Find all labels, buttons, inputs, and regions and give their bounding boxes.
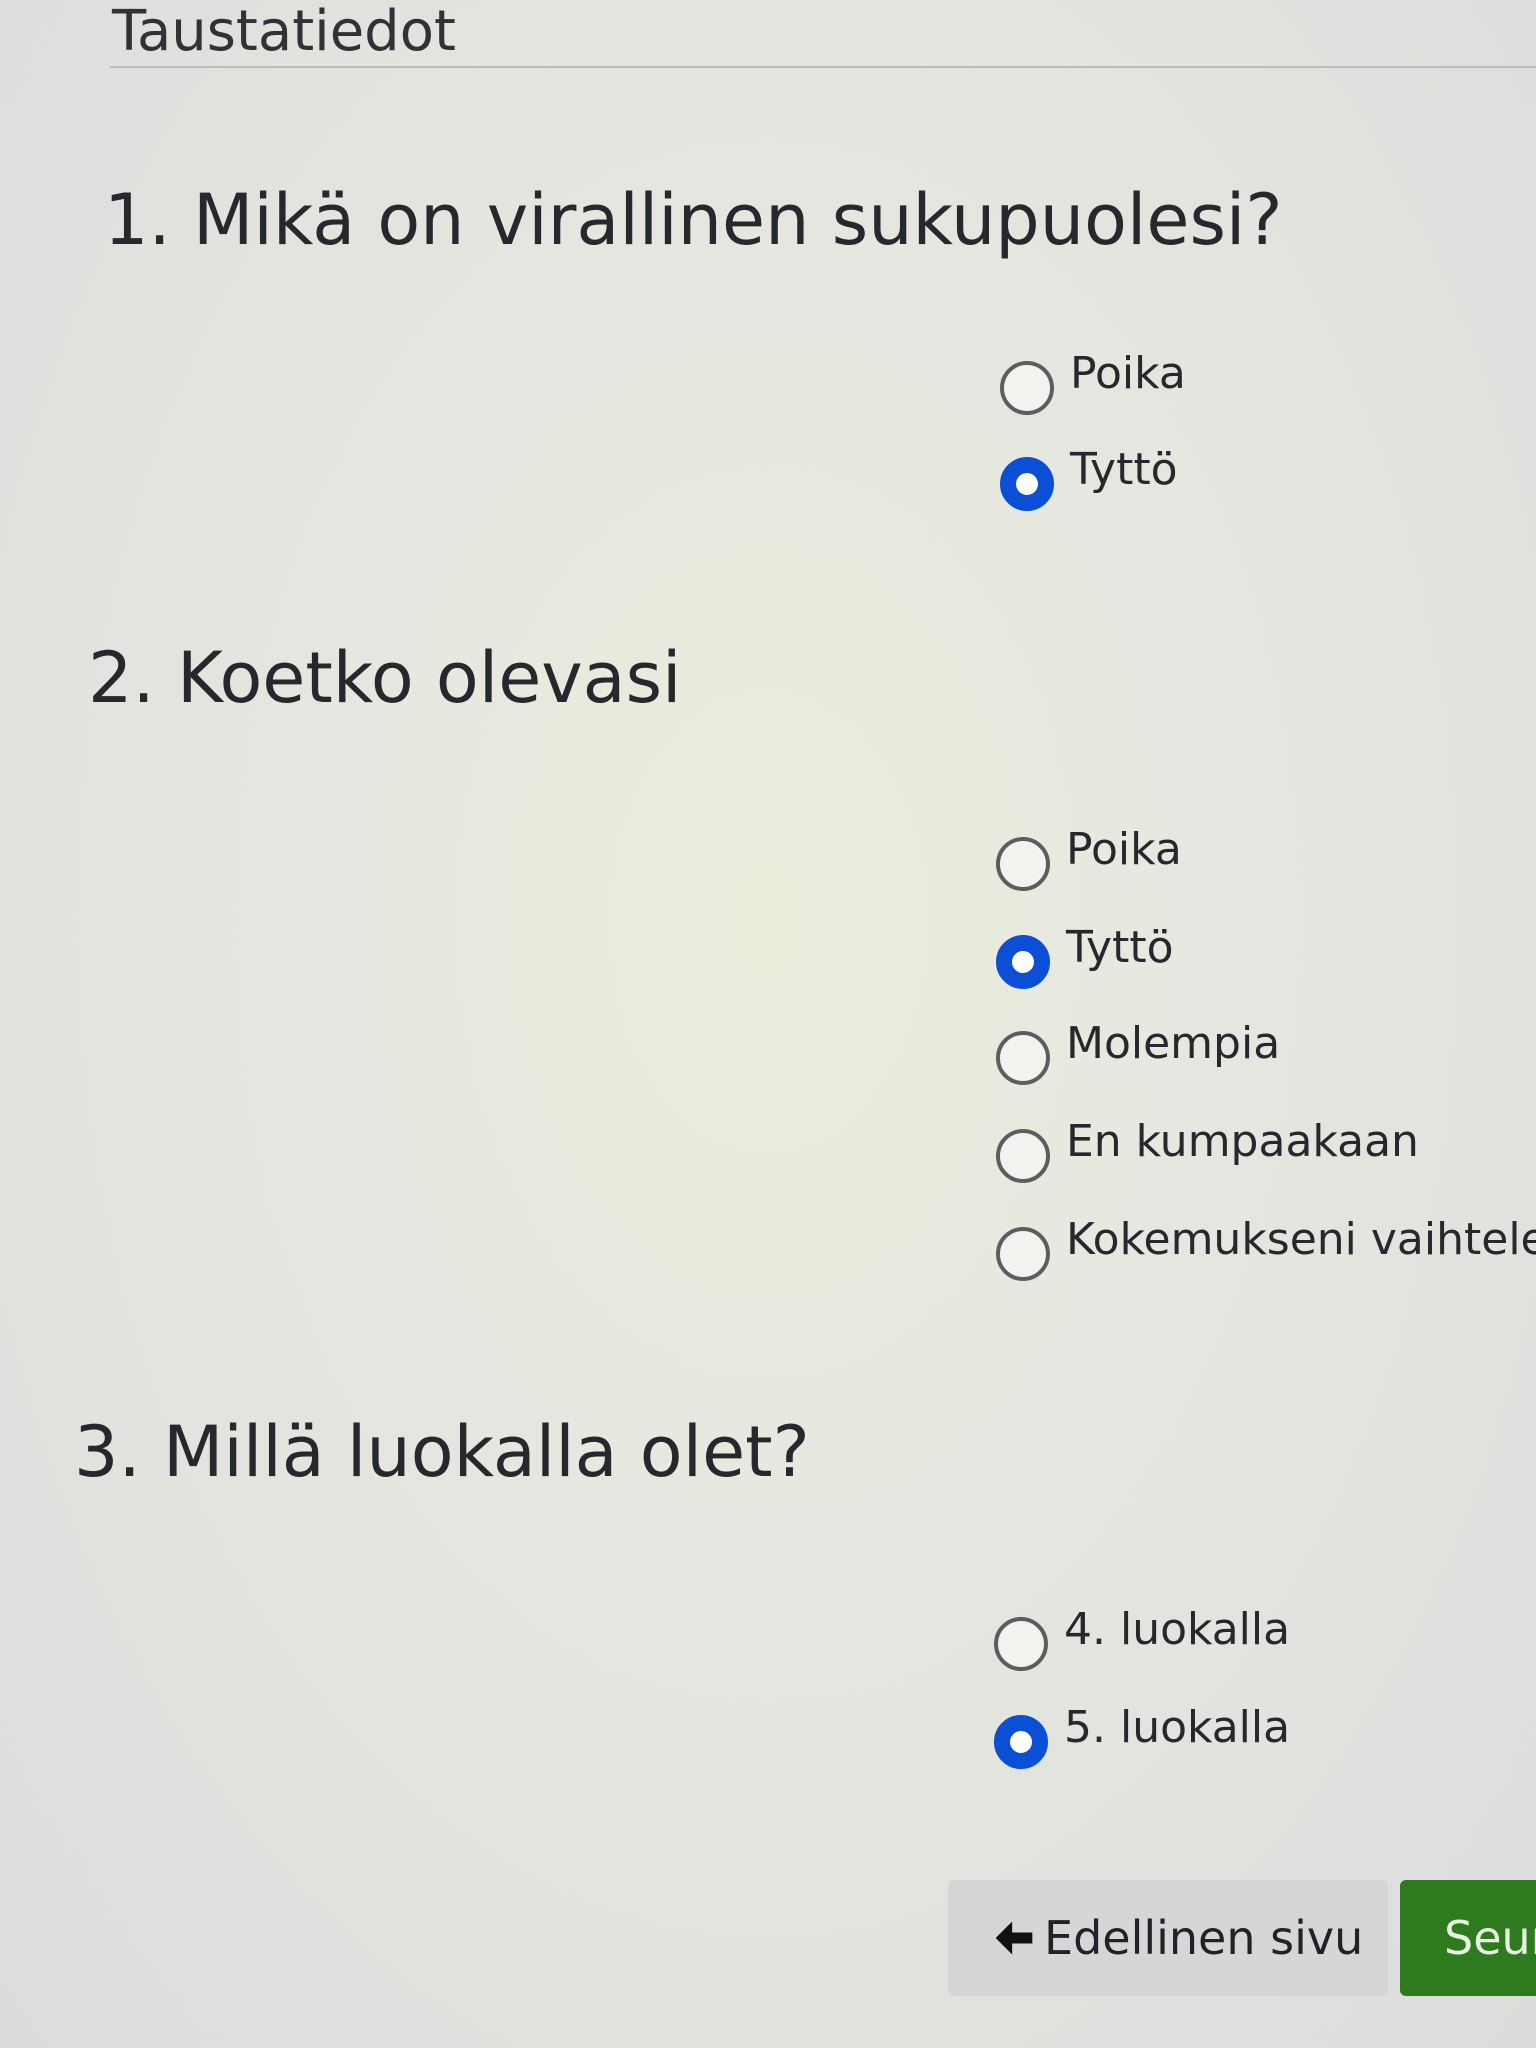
option-label: En kumpaakaan [1066,1116,1419,1167]
previous-page-label: Edellinen sivu [1044,1911,1364,1965]
q2-option-molempia[interactable]: Molempia [996,1018,1280,1090]
option-label: 5. luokalla [1064,1702,1291,1753]
q1-option-poika[interactable]: Poika [1000,348,1186,420]
radio-button[interactable] [996,1031,1050,1085]
section-divider [110,66,1536,68]
option-label: Tyttö [1066,922,1174,973]
radio-button[interactable] [1000,361,1054,415]
option-label: Poika [1070,348,1186,399]
option-label: Poika [1066,824,1182,875]
option-label: 4. luokalla [1064,1604,1291,1655]
radio-button[interactable] [996,935,1050,989]
section-title: Taustatiedot [112,0,456,64]
q3-option-4-luokalla[interactable]: 4. luokalla [994,1604,1290,1676]
option-label: Molempia [1066,1018,1281,1069]
radio-button[interactable] [994,1715,1048,1769]
radio-button[interactable] [996,837,1050,891]
option-label: Kokemukseni vaihtele [1066,1214,1536,1265]
arrow-left-icon [995,1921,1033,1955]
option-label: Tyttö [1070,444,1178,495]
radio-button[interactable] [1000,457,1054,511]
q2-option-poika[interactable]: Poika [996,824,1182,896]
question-1-title: 1. Mikä on virallinen sukupuolesi? [104,179,1283,261]
radio-button[interactable] [996,1129,1050,1183]
next-page-button[interactable]: Seur [1400,1880,1536,1996]
radio-button[interactable] [996,1227,1050,1281]
q3-option-5-luokalla[interactable]: 5. luokalla [994,1702,1290,1774]
q1-option-tytto[interactable]: Tyttö [1000,444,1178,516]
q2-option-kokemukseni-vaihtelee[interactable]: Kokemukseni vaihtele [996,1214,1536,1286]
q2-option-tytto[interactable]: Tyttö [996,922,1174,994]
next-page-label: Seur [1444,1911,1536,1965]
question-3-title: 3. Millä luokalla olet? [74,1411,810,1493]
q2-option-en-kumpaakaan[interactable]: En kumpaakaan [996,1116,1419,1188]
radio-button[interactable] [994,1617,1048,1671]
previous-page-button[interactable]: Edellinen sivu [948,1880,1388,1996]
question-2-title: 2. Koetko olevasi [88,637,682,719]
